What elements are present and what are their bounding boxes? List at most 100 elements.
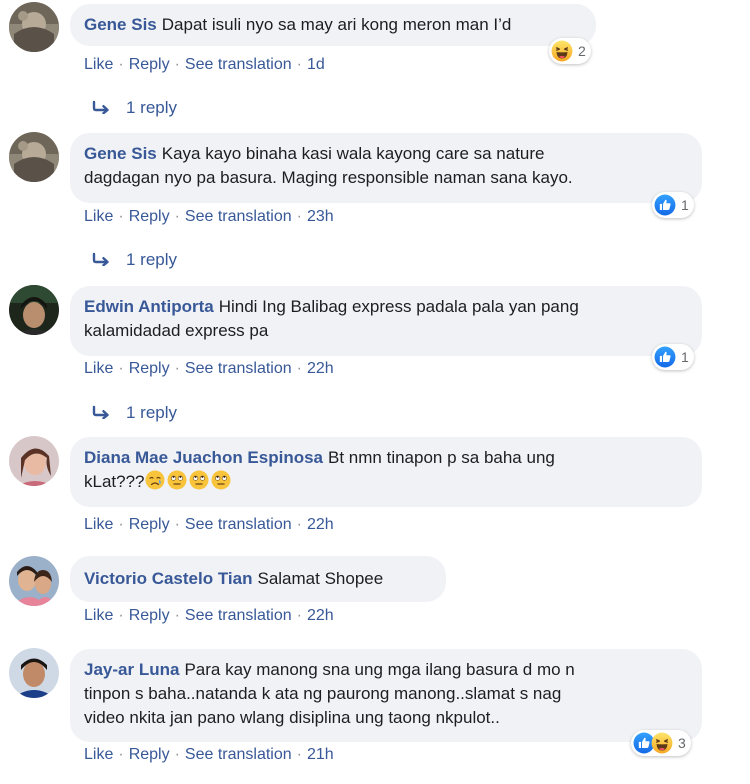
separator: · xyxy=(118,56,124,73)
reply-link[interactable]: Reply xyxy=(129,360,170,377)
comment-text-line: Hindi Ing Balibag express padala pala ya… xyxy=(218,297,579,316)
separator: · xyxy=(296,607,302,624)
comment-bubble: Gene Sis Kaya kayo binaha kasi wala kayon… xyxy=(70,133,702,203)
view-replies-link[interactable]: 1 reply xyxy=(92,403,177,423)
separator: · xyxy=(174,607,180,624)
reaction-count: 3 xyxy=(678,735,686,751)
timestamp[interactable]: 22h xyxy=(307,607,334,624)
reply-arrow-icon xyxy=(92,405,112,419)
like-link[interactable]: Like xyxy=(84,208,113,225)
comment-text-line: video nkita jan pano wlang disiplina ung… xyxy=(84,708,500,727)
comment-bubble: Diana Mae Juachon Espinosa Bt nmn tinapon… xyxy=(70,437,702,507)
rolling-eyes-emoji xyxy=(189,470,209,490)
avatar[interactable] xyxy=(9,2,59,52)
comment-actions: Like · Reply · See translation · 22h xyxy=(84,515,334,535)
separator: · xyxy=(296,360,302,377)
comment-author[interactable]: Diana Mae Juachon Espinosa xyxy=(84,448,323,467)
rolling-eyes-emoji xyxy=(211,470,231,490)
like-link[interactable]: Like xyxy=(84,746,113,763)
like-icon xyxy=(654,194,676,216)
haha-icon xyxy=(651,732,673,754)
reply-link[interactable]: Reply xyxy=(129,607,170,624)
timestamp[interactable]: 22h xyxy=(307,360,334,377)
comment-actions: Like · Reply · See translation · 22h xyxy=(84,606,334,626)
avatar[interactable] xyxy=(9,285,59,335)
comment-text-line: tinpon s baha..natanda k ata ng paurong … xyxy=(84,684,562,703)
replies-count[interactable]: 1 reply xyxy=(126,98,177,117)
reaction-count: 1 xyxy=(681,197,689,213)
see-translation-link[interactable]: See translation xyxy=(185,516,292,533)
see-translation-link[interactable]: See translation xyxy=(185,360,292,377)
avatar[interactable] xyxy=(9,648,59,698)
separator: · xyxy=(174,56,180,73)
reaction-summary[interactable]: 1 xyxy=(652,344,694,370)
comment-author[interactable]: Gene Sis xyxy=(84,15,157,34)
separator: · xyxy=(118,746,124,763)
comment-author[interactable]: Gene Sis xyxy=(84,144,157,163)
comment-text-line: dagdagan nyo pa basura. Maging responsib… xyxy=(84,168,573,187)
reply-arrow-icon xyxy=(92,100,112,114)
comment-author[interactable]: Edwin Antiporta xyxy=(84,297,214,316)
reaction-count: 2 xyxy=(578,43,586,59)
separator: · xyxy=(296,56,302,73)
see-translation-link[interactable]: See translation xyxy=(185,746,292,763)
timestamp[interactable]: 21h xyxy=(307,746,334,763)
replies-count[interactable]: 1 reply xyxy=(126,403,177,422)
comment-author[interactable]: Victorio Castelo Tian xyxy=(84,569,252,588)
see-translation-link[interactable]: See translation xyxy=(185,56,292,73)
separator: · xyxy=(296,208,302,225)
reaction-summary[interactable]: 1 xyxy=(652,192,694,218)
reply-link[interactable]: Reply xyxy=(129,56,170,73)
avatar[interactable] xyxy=(9,132,59,182)
comment-author[interactable]: Jay-ar Luna xyxy=(84,660,179,679)
see-translation-link[interactable]: See translation xyxy=(185,607,292,624)
separator: · xyxy=(174,208,180,225)
comment-actions: Like · Reply · See translation · 22h xyxy=(84,359,334,379)
haha-icon xyxy=(551,40,573,62)
reply-arrow-icon xyxy=(92,252,112,266)
like-link[interactable]: Like xyxy=(84,360,113,377)
separator: · xyxy=(118,360,124,377)
reaction-summary[interactable]: 3 xyxy=(631,730,691,756)
view-replies-link[interactable]: 1 reply xyxy=(92,250,177,270)
reply-link[interactable]: Reply xyxy=(129,208,170,225)
rolling-eyes-emoji xyxy=(167,470,187,490)
comment-bubble: Edwin Antiporta Hindi Ing Balibag express… xyxy=(70,286,702,356)
reply-link[interactable]: Reply xyxy=(129,746,170,763)
comment-text: Salamat Shopee xyxy=(257,569,384,588)
avatar[interactable] xyxy=(9,556,59,606)
separator: · xyxy=(174,516,180,533)
comment-text: Dapat isuli nyo sa may ari kong meron ma… xyxy=(161,15,512,34)
view-replies-link[interactable]: 1 reply xyxy=(92,98,177,118)
like-icon xyxy=(654,346,676,368)
sad-tear-emoji xyxy=(145,470,165,490)
like-link[interactable]: Like xyxy=(84,56,113,73)
comment-bubble: Gene Sis Dapat isuli nyo sa may ari kong … xyxy=(70,4,596,46)
comment-text-line: Para kay manong sna ung mga ilang basura… xyxy=(184,660,575,679)
separator: · xyxy=(296,746,302,763)
comment-actions: Like · Reply · See translation · 1d xyxy=(84,55,325,75)
timestamp[interactable]: 22h xyxy=(307,516,334,533)
comment-text-line: Bt nmn tinapon p sa baha ung xyxy=(328,448,555,467)
comment-text-line: kalamidadad express pa xyxy=(84,321,269,340)
timestamp[interactable]: 1d xyxy=(307,56,325,73)
comment-bubble: Jay-ar Luna Para kay manong sna ung mga i… xyxy=(70,649,702,742)
see-translation-link[interactable]: See translation xyxy=(185,208,292,225)
reply-link[interactable]: Reply xyxy=(129,516,170,533)
timestamp[interactable]: 23h xyxy=(307,208,334,225)
separator: · xyxy=(174,746,180,763)
comment-actions: Like · Reply · See translation · 23h xyxy=(84,207,334,227)
reaction-summary[interactable]: 2 xyxy=(549,38,591,64)
comment-bubble: Victorio Castelo Tian Salamat Shopee xyxy=(70,556,446,602)
reaction-count: 1 xyxy=(681,349,689,365)
comment-text-line: kLat??? xyxy=(84,472,145,491)
like-link[interactable]: Like xyxy=(84,607,113,624)
avatar[interactable] xyxy=(9,436,59,486)
like-link[interactable]: Like xyxy=(84,516,113,533)
separator: · xyxy=(296,516,302,533)
comment-actions: Like · Reply · See translation · 21h xyxy=(84,745,334,765)
separator: · xyxy=(118,516,124,533)
separator: · xyxy=(118,208,124,225)
separator: · xyxy=(118,607,124,624)
replies-count[interactable]: 1 reply xyxy=(126,250,177,269)
